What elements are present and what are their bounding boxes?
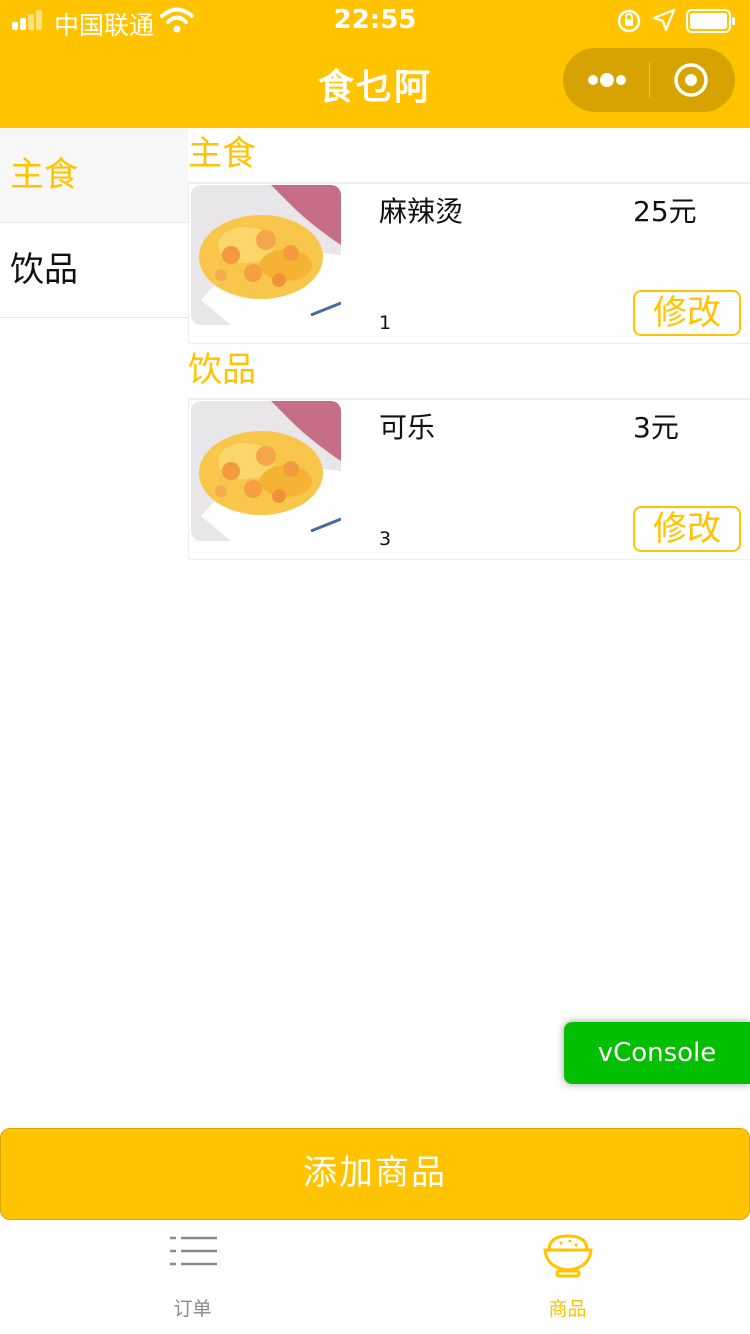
- product-quantity: 1: [379, 312, 392, 334]
- product-item[interactable]: 可乐 3元 3 修改: [188, 399, 750, 560]
- edit-button[interactable]: 修改: [633, 506, 741, 552]
- food-thumbnail: [191, 401, 341, 541]
- product-quantity: 3: [379, 528, 392, 550]
- product-list: 主食 麻辣烫 25元 1 修改 饮品 可乐 3元 3 修改: [188, 128, 750, 560]
- product-item[interactable]: 麻辣烫 25元 1 修改: [188, 183, 750, 344]
- status-bar: 中国联通 22:55: [0, 0, 750, 40]
- tab-products[interactable]: 商品: [375, 1220, 750, 1334]
- mini-program-capsule: [563, 48, 735, 112]
- more-button[interactable]: [563, 48, 649, 112]
- tab-label: 订单: [173, 1298, 212, 1320]
- tab-orders[interactable]: 订单: [0, 1220, 375, 1334]
- product-price: 3元: [633, 411, 679, 444]
- sidebar-item-drinks[interactable]: 饮品: [0, 223, 188, 318]
- sidebar-item-staple[interactable]: 主食: [0, 128, 188, 223]
- product-price: 25元: [633, 195, 697, 228]
- category-sidebar: 主食 饮品: [0, 128, 188, 318]
- tab-bar: 订单 商品: [0, 1220, 750, 1334]
- category-title: 饮品: [188, 344, 750, 399]
- rice-bowl-icon: [543, 1234, 593, 1278]
- tab-label: 商品: [548, 1298, 587, 1320]
- target-close-icon: [674, 63, 708, 97]
- more-dots-icon: [588, 73, 626, 87]
- close-mini-program-button[interactable]: [649, 48, 735, 112]
- category-title: 主食: [188, 128, 750, 183]
- location-arrow-icon: [652, 8, 676, 32]
- add-product-button[interactable]: 添加商品: [0, 1128, 750, 1220]
- food-thumbnail: [191, 185, 341, 325]
- header: 中国联通 22:55 食乜阿: [0, 0, 750, 128]
- edit-button[interactable]: 修改: [633, 290, 741, 336]
- product-name: 麻辣烫: [379, 195, 464, 228]
- product-name: 可乐: [379, 411, 436, 444]
- list-icon: [170, 1236, 217, 1266]
- vconsole-button[interactable]: vConsole: [564, 1022, 750, 1084]
- battery-icon: [686, 9, 735, 33]
- rotation-lock-icon: [617, 9, 641, 33]
